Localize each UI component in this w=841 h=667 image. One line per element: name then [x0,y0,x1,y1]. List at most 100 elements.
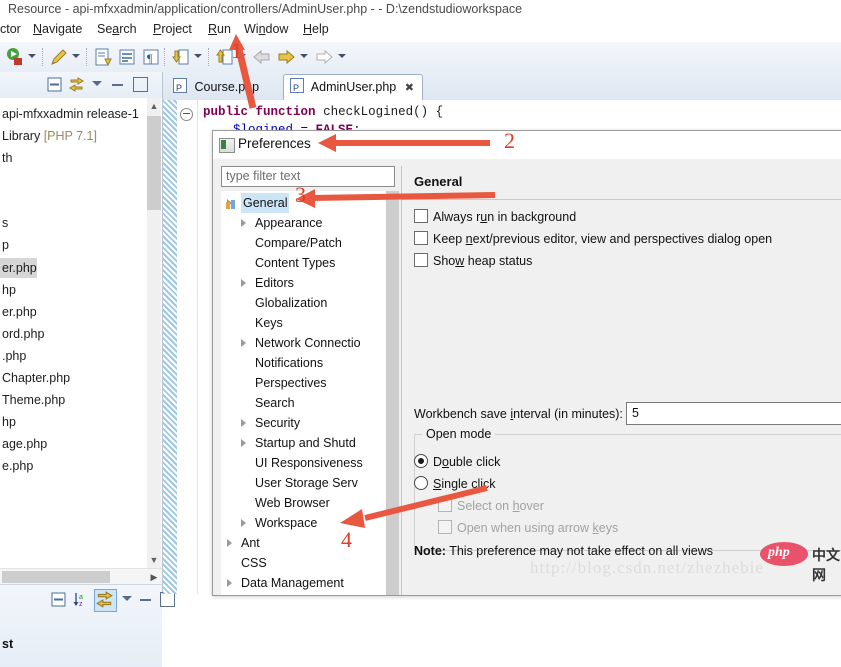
scroll-down-arrow[interactable]: ▼ [147,552,161,568]
outline-minimize-icon[interactable] [140,599,151,601]
explorer-horizontal-scrollbar[interactable]: ▶ [0,568,162,585]
toolbar-separator-4 [208,48,210,66]
filter-input[interactable]: type filter text [221,166,395,187]
checkbox-box [438,498,452,512]
checkbox-box[interactable] [414,253,428,267]
next-annotation-icon[interactable] [314,47,334,67]
chevron-right-icon[interactable] [227,579,232,587]
menu-item-window[interactable]: Window [244,22,288,36]
checkbox-box[interactable] [414,231,428,245]
explorer-item[interactable]: Chapter.php [0,368,70,388]
tree-item-label: Search [255,396,295,410]
radio-single-click[interactable]: Single click [414,476,496,491]
explorer-item[interactable]: hp [0,280,16,300]
menu-item-project[interactable]: Project [153,22,192,36]
checkbox-label: Always run in background [433,210,577,224]
chevron-right-icon[interactable] [241,519,246,527]
view-menu-icon[interactable] [92,81,102,86]
checkbox-open-with-arrow-keys: Open when using arrow keys [438,520,618,535]
checkbox-keep-dialog-open[interactable]: Keep next/previous editor, view and pers… [414,231,772,246]
radio-double-click[interactable]: Double click [414,454,500,469]
preferences-tree[interactable]: General Appearance Compare/Patch Content Ty… [221,191,399,595]
checkbox-box[interactable] [414,209,428,223]
explorer-item[interactable]: s [0,213,8,233]
explorer-item[interactable]: .php [0,346,26,366]
checkbox-select-on-hover: Select on hover [438,498,544,513]
explorer-scroll-thumb[interactable] [147,116,161,210]
explorer-view-toolbar [0,72,162,99]
tree-scroll-thumb[interactable] [386,191,399,595]
tree-item-label: Startup and Shutd [255,436,356,450]
chevron-right-icon[interactable] [241,339,246,347]
annotation-number-1: 1 [231,38,242,63]
outline-link-icon[interactable] [94,589,117,612]
explorer-item[interactable]: p [0,235,9,255]
back-navigation-icon[interactable] [252,47,272,67]
explorer-item[interactable]: api-mfxxadmin release-1 [0,104,139,124]
explorer-item[interactable]: Theme.php [0,390,65,410]
outline-collapse-icon[interactable] [50,591,67,611]
outline-maximize-icon[interactable] [160,592,175,607]
open-mode-note: Note: This preference may not take effec… [414,544,713,558]
explorer-item-label: .php [2,349,27,363]
document-list-icon[interactable] [117,47,137,67]
radio-box[interactable] [414,454,428,468]
collapse-all-icon[interactable] [46,76,63,96]
menu-item-navigate[interactable]: Navigate [33,22,82,36]
chevron-right-icon[interactable] [241,419,246,427]
forward-navigation-icon[interactable] [276,47,296,67]
menu-item-run[interactable]: Run [208,22,231,36]
explorer-item[interactable]: ord.php [0,324,44,344]
tree-item-label: Ant [241,536,260,550]
radio-box[interactable] [414,476,428,490]
explorer-item[interactable]: er.php [0,302,37,322]
new-file-icon[interactable] [93,47,113,67]
explorer-item[interactable]: Library [PHP 7.1] [0,126,97,146]
menu-item-search[interactable]: Search [97,22,137,36]
chevron-right-icon[interactable] [227,539,232,547]
explorer-item-label: api-mfxxadmin release-1 [2,107,139,121]
forward-dropdown-arrow[interactable] [300,54,308,58]
editor-tab-course[interactable]: Course.php [167,75,267,101]
save-interval-input[interactable]: 5 [626,402,841,425]
chevron-right-icon[interactable] [241,279,246,287]
annotation-number-4: 4 [341,527,352,552]
chevron-right-icon[interactable] [241,439,246,447]
explorer-vertical-scrollbar[interactable]: ▲ ▼ [147,98,161,568]
tree-vertical-scrollbar[interactable] [386,191,399,595]
sort-az-icon[interactable]: a z [72,591,89,611]
explorer-item[interactable]: e.php [0,456,33,476]
chevron-right-icon[interactable] [241,219,246,227]
checkbox-always-run-in-background[interactable]: Always run in background [414,209,576,224]
close-icon[interactable]: ✖ [405,82,414,94]
run-icon[interactable] [5,47,25,67]
outline-view-menu-icon[interactable] [122,596,132,601]
explorer-item[interactable]: er.php [0,258,37,278]
debug-pencil-icon[interactable] [49,47,69,67]
editor-folding-ruler [177,100,198,594]
explorer-item[interactable]: th [0,148,12,168]
explorer-item[interactable]: hp [0,412,16,432]
download-icon[interactable] [171,47,191,67]
checkbox-show-heap-status[interactable]: Show heap status [414,253,532,268]
explorer-item[interactable]: age.php [0,434,47,454]
hscroll-right-arrow[interactable]: ▶ [146,569,162,585]
explorer-item-label: er.php [2,305,37,319]
download-dropdown-arrow[interactable] [194,54,202,58]
minimize-view-icon[interactable] [112,84,123,86]
next-annotation-dropdown-arrow[interactable] [338,54,346,58]
menu-item-ctor[interactable]: ctor [0,22,21,36]
checkbox-box [438,520,452,534]
scroll-up-arrow[interactable]: ▲ [147,98,161,114]
run-dropdown-arrow[interactable] [28,54,36,58]
explorer-file-list[interactable]: e.php age.php hp Theme.php Chapter.php .php or… [0,98,162,568]
paragraph-mark-icon[interactable]: ¶ [141,47,161,67]
maximize-view-icon[interactable] [133,77,148,92]
php-logo-suffix: 中文网 [812,547,840,583]
debug-dropdown-arrow[interactable] [72,54,80,58]
explorer-hscroll-thumb[interactable] [2,571,110,583]
link-with-editor-icon[interactable] [68,76,85,96]
editor-tab-adminuser[interactable]: AdminUser.php ✖ [283,74,423,101]
menu-item-help[interactable]: Help [303,22,329,36]
code-fold-toggle[interactable] [180,108,193,121]
